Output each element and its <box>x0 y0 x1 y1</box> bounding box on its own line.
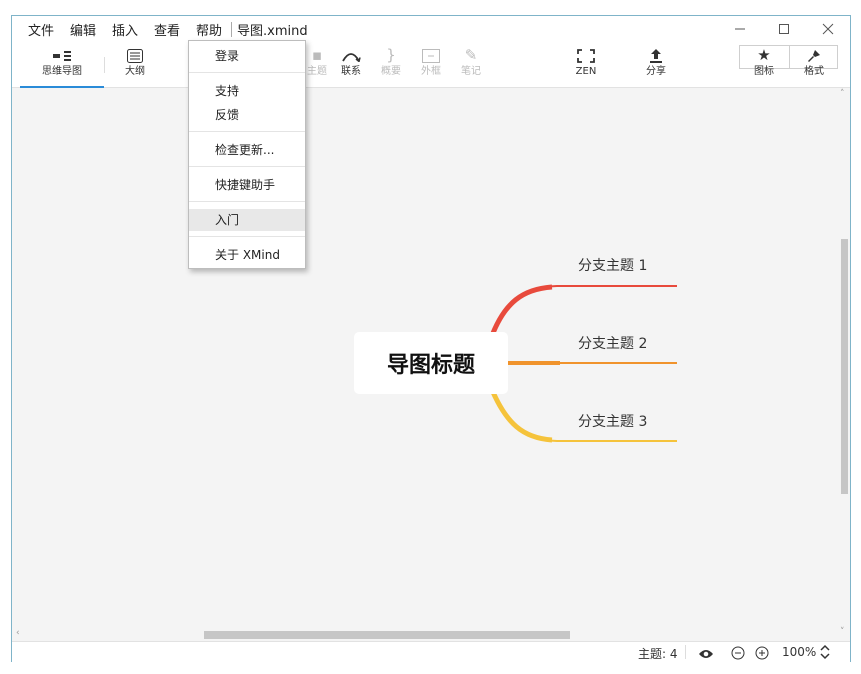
help-menu-check-updates[interactable]: 检查更新... <box>189 139 305 161</box>
menu-bar: 文件 编辑 插入 查看 帮助 导图.xmind <box>12 16 850 42</box>
topic-count: 主题: 4 <box>638 647 678 661</box>
branch-topic-2[interactable]: 分支主题 2 <box>578 333 647 353</box>
help-menu-divider <box>189 201 305 202</box>
app-window: 文件 编辑 插入 查看 帮助 导图.xmind 思维导图 大纲 ▪ 主题 联系 … <box>11 15 851 662</box>
status-bar: 主题: 4 100% <box>12 641 850 662</box>
tab-outline-label: 大纲 <box>125 66 145 77</box>
minimize-button[interactable] <box>718 16 762 42</box>
minimize-icon <box>735 28 745 30</box>
help-menu-about[interactable]: 关于 XMind <box>189 244 305 266</box>
help-menu-login[interactable]: 登录 <box>189 45 305 67</box>
help-menu-divider <box>189 131 305 132</box>
branch-connector-1 <box>489 285 677 340</box>
outline-icon <box>110 42 160 66</box>
branch-topic-1[interactable]: 分支主题 1 <box>578 255 647 275</box>
file-name: 导图.xmind <box>237 24 308 39</box>
help-menu-divider <box>189 72 305 73</box>
note-pencil-icon: ✎ <box>464 46 478 64</box>
menu-insert[interactable]: 插入 <box>112 20 138 39</box>
menu-help[interactable]: 帮助 <box>196 20 222 39</box>
scroll-down-icon[interactable]: ˅ <box>840 627 845 637</box>
share-button[interactable]: 分享 <box>631 42 681 88</box>
help-menu-divider <box>189 236 305 237</box>
maximize-icon <box>779 24 789 34</box>
help-menu-getting-started[interactable]: 入门 <box>189 209 305 231</box>
zen-label: ZEN <box>575 66 597 77</box>
close-icon <box>822 23 834 35</box>
note-button[interactable]: ✎ 笔记 <box>446 42 496 88</box>
menu-file[interactable]: 文件 <box>28 20 54 39</box>
help-menu-shortcuts[interactable]: 快捷键助手 <box>189 174 305 196</box>
icons-panel-button[interactable]: ★ 图标 <box>739 42 789 88</box>
menu-divider <box>231 22 232 37</box>
star-icon: ★ <box>757 46 771 64</box>
tab-mindmap[interactable]: 思维导图 <box>20 42 104 88</box>
icons-label: 图标 <box>754 66 774 77</box>
mindmap-icon <box>20 42 104 66</box>
mindmap-canvas[interactable]: 导图标题 分支主题 1 分支主题 2 分支主题 3 <box>12 89 838 629</box>
vertical-scrollbar[interactable]: ˄ ˅ <box>838 89 850 641</box>
eye-icon[interactable] <box>698 645 714 664</box>
scroll-up-icon[interactable]: ˄ <box>840 89 845 99</box>
horizontal-scrollbar[interactable]: ‹ <box>12 628 838 641</box>
scroll-left-icon[interactable]: ‹ <box>16 628 20 638</box>
zoom-level[interactable]: 100% <box>782 645 816 659</box>
zoom-stepper-icon[interactable] <box>820 644 830 664</box>
brush-icon <box>789 42 839 66</box>
zen-fullscreen-icon <box>561 42 611 66</box>
tab-mindmap-label: 思维导图 <box>42 66 82 77</box>
menu-view[interactable]: 查看 <box>154 20 180 39</box>
help-dropdown-menu: 登录 支持 反馈 检查更新... 快捷键助手 入门 关于 XMind <box>188 40 306 269</box>
maximize-button[interactable] <box>762 16 806 42</box>
note-label: 笔记 <box>461 66 481 77</box>
vertical-scroll-thumb[interactable] <box>841 239 848 494</box>
zoom-in-icon[interactable] <box>755 645 769 664</box>
share-label: 分享 <box>646 66 666 77</box>
tab-outline[interactable]: 大纲 <box>110 42 160 88</box>
horizontal-scroll-thumb[interactable] <box>204 631 570 639</box>
toolbar: 思维导图 大纲 ▪ 主题 联系 } 概要 外框 ✎ 笔记 ZEN 分享 ★ 图标… <box>12 42 850 88</box>
zoom-out-icon[interactable] <box>731 645 745 664</box>
toolbar-divider <box>104 57 105 73</box>
status-divider <box>685 645 686 659</box>
menu-edit[interactable]: 编辑 <box>70 20 96 39</box>
format-label: 格式 <box>804 66 824 77</box>
close-button[interactable] <box>806 16 850 42</box>
help-menu-feedback[interactable]: 反馈 <box>189 104 305 126</box>
central-topic[interactable]: 导图标题 <box>354 332 508 394</box>
format-panel-button[interactable]: 格式 <box>789 42 839 88</box>
help-menu-divider <box>189 166 305 167</box>
zen-button[interactable]: ZEN <box>561 42 611 88</box>
share-upload-icon <box>631 42 681 66</box>
help-menu-support[interactable]: 支持 <box>189 80 305 102</box>
branch-topic-3[interactable]: 分支主题 3 <box>578 411 647 431</box>
